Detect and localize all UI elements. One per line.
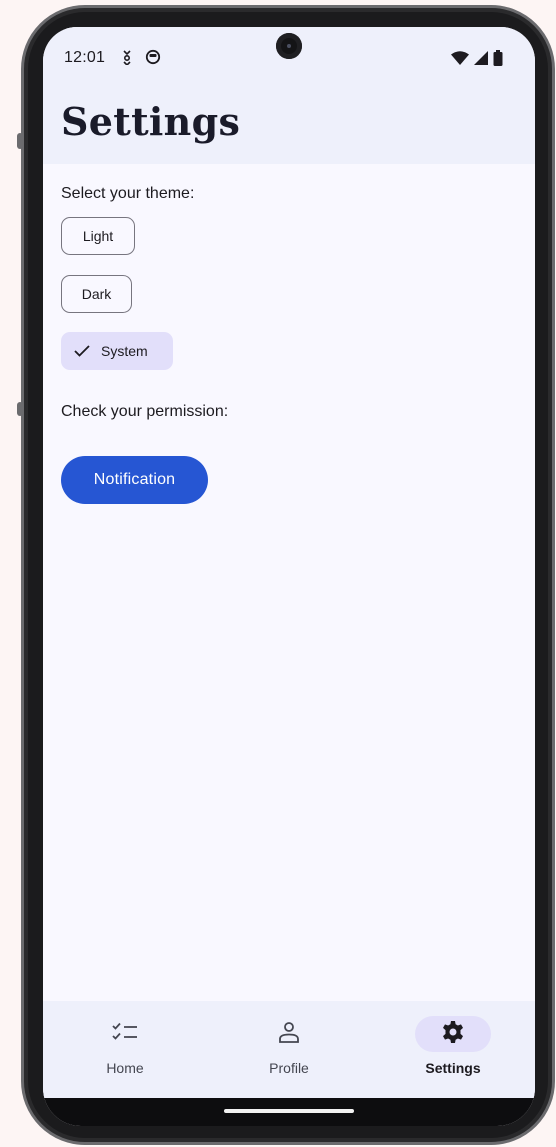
theme-chip-system[interactable]: System: [61, 332, 173, 370]
person-icon: [278, 1021, 300, 1048]
wifi-icon: [451, 51, 469, 70]
status-time: 12:01: [64, 49, 106, 66]
gesture-navigation-area: [43, 1098, 535, 1126]
status-icons-right: [451, 50, 503, 71]
theme-chip-dark[interactable]: Dark: [61, 275, 132, 313]
signal-icon: [474, 51, 488, 70]
screen: 12:01 Settings Select your theme: Light …: [43, 27, 535, 1126]
chip-label: Light: [82, 228, 114, 244]
nav-icon-container: [415, 1016, 491, 1052]
status-bar: 12:01: [43, 27, 535, 91]
nav-item-home[interactable]: Home: [43, 1001, 207, 1098]
page-title: Settings: [61, 99, 241, 144]
gear-icon: [441, 1020, 465, 1049]
top-app-bar: Settings: [43, 91, 535, 164]
theme-chip-light[interactable]: Light: [61, 217, 135, 255]
nav-label-settings: Settings: [425, 1060, 481, 1076]
usb-debug-icon: [121, 49, 133, 70]
nav-item-profile[interactable]: Profile: [207, 1001, 371, 1098]
app-status-icon: [145, 49, 161, 70]
notification-button[interactable]: Notification: [61, 456, 208, 504]
status-icons-left: [121, 49, 161, 70]
nav-item-settings[interactable]: Settings: [371, 1001, 535, 1098]
power-button: [17, 133, 23, 149]
permission-section-label: Check your permission:: [61, 403, 229, 420]
checklist-icon: [112, 1022, 138, 1047]
gesture-handle[interactable]: [224, 1109, 354, 1113]
bottom-navigation-bar: Home Profile Settings: [43, 1001, 535, 1098]
battery-icon: [493, 50, 503, 71]
check-icon: [73, 342, 91, 360]
volume-button: [17, 402, 23, 416]
nav-label-home: Home: [106, 1060, 144, 1076]
chip-label: System: [101, 343, 148, 359]
nav-label-profile: Profile: [269, 1060, 309, 1076]
nav-icon-container: [93, 1016, 157, 1052]
nav-icon-container: [257, 1016, 321, 1052]
chip-label: Dark: [81, 286, 112, 302]
theme-section-label: Select your theme:: [61, 185, 195, 202]
front-camera: [276, 33, 302, 59]
